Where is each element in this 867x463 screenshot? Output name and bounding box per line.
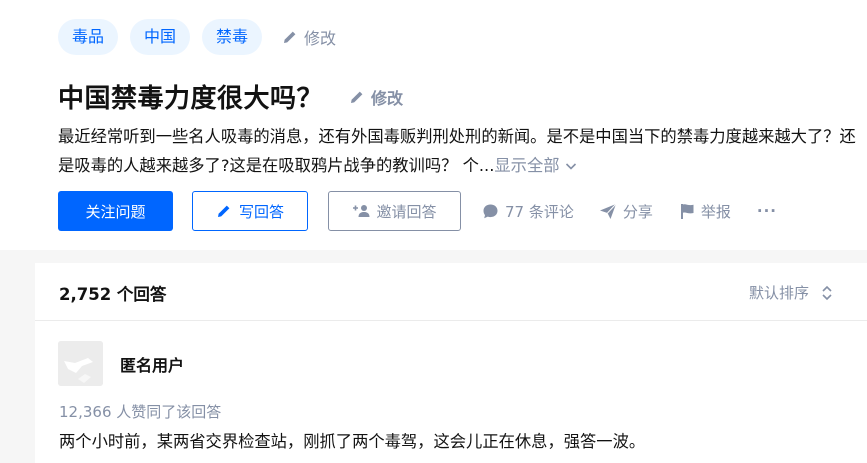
write-answer-button[interactable]: 写回答	[192, 191, 308, 231]
flag-icon	[680, 203, 694, 219]
vote-summary: 12,366 人赞同了该回答	[59, 403, 222, 421]
author-name[interactable]: 匿名用户	[120, 352, 184, 376]
edit-title-button[interactable]: 修改	[349, 85, 403, 109]
answer-author: 匿名用户	[58, 341, 184, 386]
avatar[interactable]	[58, 341, 103, 386]
topic-tags: 毒品 中国 禁毒 修改	[58, 19, 336, 55]
follow-question-button[interactable]: 关注问题	[58, 191, 173, 231]
answer-excerpt[interactable]: 两个小时前，某两省交界检查站，刚抓了两个毒驾，这会儿正在休息，强答一波。	[59, 429, 645, 455]
sort-dropdown[interactable]: 默认排序	[749, 282, 833, 303]
more-options-label: ···	[756, 202, 777, 220]
question-actions: 关注问题 写回答 邀请回答 77 条评论 分享 举报 ···	[58, 191, 777, 231]
pencil-icon	[284, 31, 296, 43]
comments-button[interactable]: 77 条评论	[482, 201, 574, 222]
show-all-label: 显示全部	[494, 156, 560, 175]
answers-header: 2,752 个回答 默认排序	[35, 263, 867, 321]
sort-arrows-icon	[822, 285, 832, 300]
invite-answer-label: 邀请回答	[376, 202, 437, 221]
topic-tag-anti-drug[interactable]: 禁毒	[202, 19, 263, 55]
edit-topics-label: 修改	[304, 29, 337, 48]
comments-label: 77 条评论	[505, 202, 574, 221]
share-label: 分享	[622, 202, 653, 221]
edit-title-label: 修改	[371, 88, 404, 108]
question-header: 毒品 中国 禁毒 修改 中国禁毒力度很大吗？ 修改 最近经常听到一些名人吸毒的消…	[0, 0, 867, 250]
question-title: 中国禁毒力度很大吗？	[58, 84, 324, 114]
report-label: 举报	[700, 202, 731, 221]
answers-list: 2,752 个回答 默认排序 匿名用户 12,366 人赞同了该回答 两个小时前…	[35, 263, 867, 463]
paper-plane-icon	[599, 203, 617, 219]
invite-answer-button[interactable]: 邀请回答	[328, 191, 461, 231]
anonymous-avatar-icon	[58, 341, 103, 386]
pencil-icon	[217, 205, 230, 217]
sort-label: 默认排序	[748, 284, 809, 302]
share-button[interactable]: 分享	[599, 201, 653, 222]
chevron-down-icon	[565, 162, 576, 170]
pencil-icon	[351, 91, 363, 103]
topic-tag-china[interactable]: 中国	[130, 19, 191, 55]
show-all-button[interactable]: 显示全部	[494, 151, 577, 180]
answer-count: 2,752 个回答	[59, 285, 167, 304]
more-options-button[interactable]: ···	[757, 202, 777, 220]
edit-topics-button[interactable]: 修改	[282, 25, 336, 49]
comment-bubble-icon	[483, 204, 498, 218]
add-user-icon	[353, 205, 370, 217]
write-answer-label: 写回答	[238, 202, 284, 221]
question-detail: 最近经常听到一些名人吸毒的消息，还有外国毒贩判刑处刑的新闻。是不是中国当下的禁毒…	[58, 122, 858, 180]
title-row: 中国禁毒力度很大吗？ 修改	[58, 78, 403, 115]
report-button[interactable]: 举报	[679, 201, 731, 222]
question-detail-text: 最近经常听到一些名人吸毒的消息，还有外国毒贩判刑处刑的新闻。是不是中国当下的禁毒…	[58, 127, 856, 175]
topic-tag-drugs[interactable]: 毒品	[58, 19, 119, 55]
